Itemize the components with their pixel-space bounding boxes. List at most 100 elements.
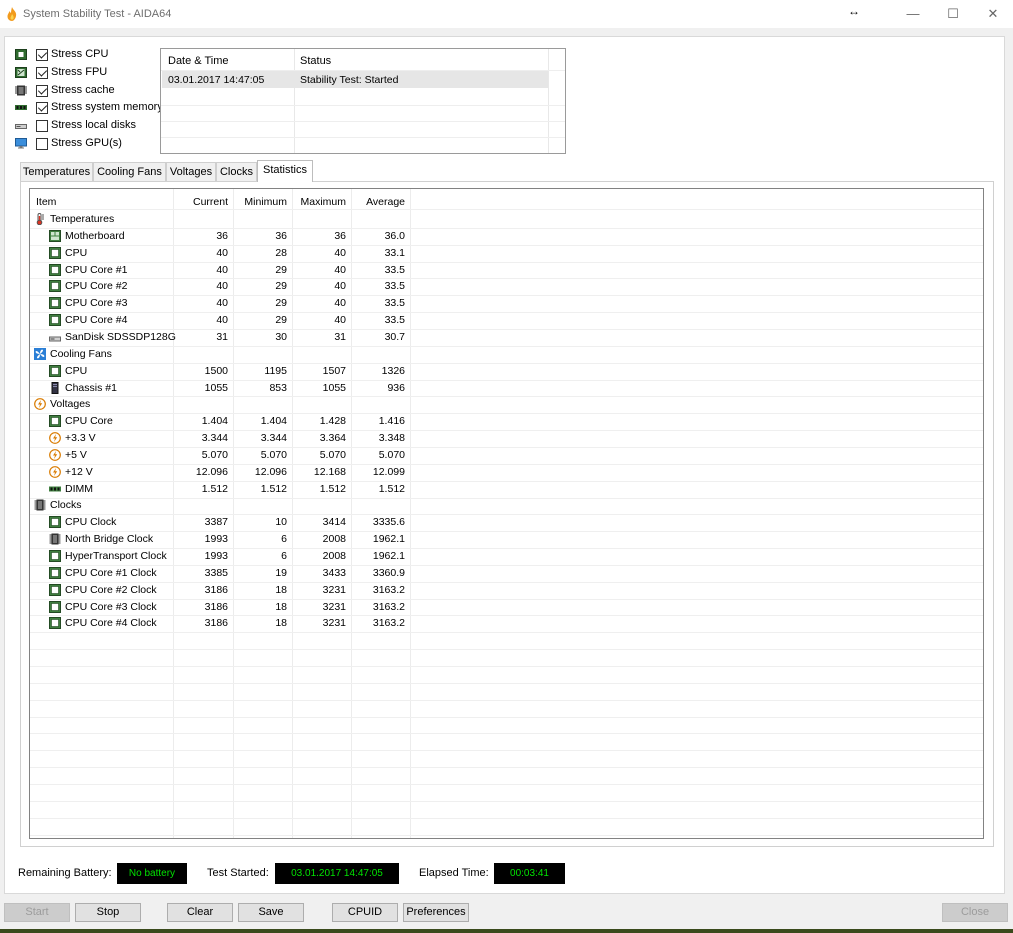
tab-clocks[interactable]: Clocks bbox=[216, 162, 257, 181]
log-header-status[interactable]: Status bbox=[300, 55, 331, 67]
value-min: 6 bbox=[281, 550, 287, 562]
minimize-button[interactable]: — bbox=[893, 0, 933, 28]
item-label: +3.3 V bbox=[65, 432, 96, 445]
cpu-chip-icon bbox=[49, 415, 61, 428]
item-label: DIMM bbox=[65, 482, 93, 495]
value-max: 3231 bbox=[322, 617, 346, 630]
value-cur: 40 bbox=[216, 314, 228, 327]
flame-icon bbox=[7, 7, 17, 21]
voltage-icon bbox=[49, 432, 61, 444]
item-label: North Bridge Clock bbox=[65, 533, 154, 546]
item-label: SanDisk SDSSDP128G bbox=[65, 330, 176, 343]
elapsed-time-display: 00:03:41 bbox=[494, 863, 565, 884]
grid-row-divider bbox=[30, 261, 983, 263]
stress-fpu-checkbox[interactable] bbox=[36, 66, 48, 79]
statistics-table[interactable]: Item Current Minimum Maximum Average Tem… bbox=[29, 188, 984, 839]
cpu-chip-icon bbox=[49, 617, 61, 630]
memory-icon bbox=[15, 105, 27, 111]
grid-row-divider bbox=[30, 800, 983, 802]
close-window-button[interactable]: ✕ bbox=[973, 0, 1013, 28]
header-item[interactable]: Item bbox=[36, 196, 56, 208]
value-cur: 3.344 bbox=[201, 432, 228, 445]
value-cur: 3186 bbox=[204, 583, 228, 596]
stress-cpu-label[interactable]: Stress CPU bbox=[51, 48, 108, 60]
title-bar: System Stability Test - AIDA64 ↔ — ☐ ✕ bbox=[0, 0, 1013, 28]
item-label: CPU Core #4 Clock bbox=[65, 617, 157, 630]
stress-disks-checkbox[interactable] bbox=[36, 120, 48, 133]
close-button[interactable]: Close bbox=[942, 903, 1008, 922]
stress-memory-label[interactable]: Stress system memory bbox=[51, 101, 163, 113]
header-average[interactable]: Average bbox=[353, 196, 405, 208]
group-label[interactable]: Temperatures bbox=[50, 213, 114, 225]
resize-icon[interactable]: ↔ bbox=[848, 4, 860, 18]
grid-row-divider bbox=[30, 480, 983, 482]
value-cur: 1055 bbox=[204, 381, 228, 394]
value-avg: 3.348 bbox=[378, 432, 405, 445]
value-cur: 40 bbox=[216, 246, 228, 259]
tab-cooling-fans[interactable]: Cooling Fans bbox=[93, 162, 166, 181]
grid-row-divider bbox=[30, 362, 983, 364]
header-current[interactable]: Current bbox=[176, 196, 228, 208]
preferences-button[interactable]: Preferences bbox=[403, 903, 469, 922]
value-cur: 36 bbox=[216, 229, 228, 242]
value-min: 10 bbox=[275, 516, 287, 529]
stress-fpu-label[interactable]: Stress FPU bbox=[51, 66, 107, 78]
motherboard-icon bbox=[49, 229, 61, 242]
clock-chip-icon bbox=[34, 499, 46, 511]
value-max: 3414 bbox=[322, 516, 346, 529]
value-min: 29 bbox=[275, 314, 287, 327]
grid-row-divider bbox=[30, 783, 983, 785]
grid-row-divider bbox=[30, 379, 983, 381]
tab-temperatures[interactable]: Temperatures bbox=[20, 162, 93, 181]
stress-gpu-label[interactable]: Stress GPU(s) bbox=[51, 137, 122, 149]
maximize-button[interactable]: ☐ bbox=[933, 0, 973, 28]
grid-row-divider bbox=[30, 598, 983, 600]
start-button[interactable]: Start bbox=[4, 903, 70, 922]
clock-chip-icon bbox=[49, 533, 61, 545]
tab-statistics[interactable]: Statistics bbox=[257, 160, 313, 182]
value-cur: 3387 bbox=[204, 516, 228, 529]
value-min: 1.404 bbox=[260, 415, 287, 428]
value-min: 1195 bbox=[264, 364, 287, 377]
cpu-chip-icon bbox=[49, 314, 61, 327]
tab-voltages[interactable]: Voltages bbox=[166, 162, 216, 181]
drive-icon bbox=[49, 331, 61, 343]
grid-row-divider bbox=[30, 564, 983, 566]
stress-memory-checkbox[interactable] bbox=[36, 102, 48, 115]
clear-button[interactable]: Clear bbox=[167, 903, 233, 922]
log-row-status: Stability Test: Started bbox=[300, 74, 399, 86]
cpuid-button[interactable]: CPUID bbox=[332, 903, 398, 922]
stress-cpu-checkbox[interactable] bbox=[36, 49, 48, 61]
value-avg: 3360.9 bbox=[372, 566, 405, 579]
stress-cache-label[interactable]: Stress cache bbox=[51, 84, 115, 96]
header-maximum[interactable]: Maximum bbox=[294, 196, 346, 208]
stress-cache-checkbox[interactable] bbox=[36, 84, 48, 97]
value-max: 2008 bbox=[322, 550, 346, 562]
group-label[interactable]: Clocks bbox=[50, 499, 82, 511]
value-max: 3433 bbox=[322, 566, 346, 579]
value-min: 28 bbox=[275, 246, 287, 259]
value-max: 40 bbox=[334, 280, 346, 293]
grid-row-divider bbox=[30, 227, 983, 229]
stress-disks-label[interactable]: Stress local disks bbox=[51, 119, 136, 131]
grid-row-divider bbox=[30, 682, 983, 684]
item-label: CPU Core #1 bbox=[65, 263, 128, 276]
grid-row-divider bbox=[30, 615, 983, 617]
save-button[interactable]: Save bbox=[238, 903, 304, 922]
value-min: 36 bbox=[275, 229, 287, 242]
value-cur: 1993 bbox=[204, 533, 228, 546]
grid-row-divider bbox=[30, 446, 983, 448]
stress-gpu-checkbox[interactable] bbox=[36, 137, 48, 150]
value-max: 3231 bbox=[322, 600, 346, 613]
gpu-icon bbox=[15, 137, 27, 149]
group-label[interactable]: Voltages bbox=[50, 398, 90, 410]
cpu-chip-icon bbox=[49, 280, 61, 293]
status-log[interactable]: Date & Time Status 03.01.2017 14:47:05 S… bbox=[160, 48, 566, 154]
group-label[interactable]: Cooling Fans bbox=[50, 348, 112, 360]
taskbar-edge bbox=[0, 929, 1013, 933]
stop-button[interactable]: Stop bbox=[75, 903, 141, 922]
log-header-date[interactable]: Date & Time bbox=[168, 55, 229, 67]
header-minimum[interactable]: Minimum bbox=[235, 196, 287, 208]
value-cur: 3186 bbox=[204, 600, 228, 613]
value-max: 12.168 bbox=[313, 465, 346, 478]
